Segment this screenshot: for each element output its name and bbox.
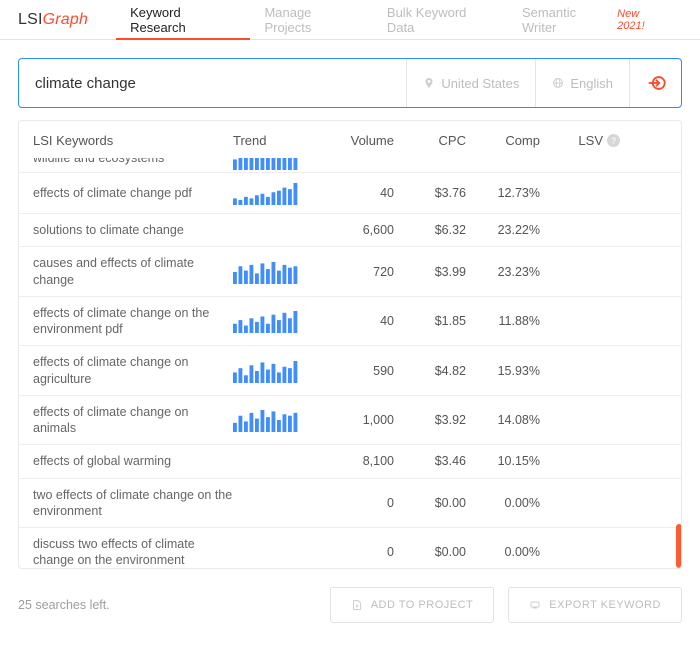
table-row[interactable]: effects of climate change on animals 1,00… [19, 395, 681, 445]
trend-cell [233, 181, 309, 205]
volume-cell: 40 [309, 186, 394, 200]
cpc-cell: $1.85 [394, 314, 466, 328]
comp-cell: 10.15% [466, 454, 540, 468]
col-keywords[interactable]: LSI Keywords [33, 133, 233, 148]
cpc-cell: $4.82 [394, 364, 466, 378]
table-row[interactable]: effects of climate change on the environ… [19, 296, 681, 346]
comp-cell: 14.08% [466, 413, 540, 427]
table-body: wildlife and ecosystems effects of climat… [19, 158, 681, 568]
keyword-cell: wildlife and ecosystems [33, 158, 233, 166]
col-trend[interactable]: Trend [233, 133, 309, 148]
volume-cell: 0 [309, 496, 394, 510]
main-tabs: Keyword Research Manage Projects Bulk Ke… [116, 0, 682, 39]
keyword-cell: effects of climate change pdf [33, 185, 233, 201]
table-row[interactable]: wildlife and ecosystems [19, 158, 681, 172]
volume-cell: 720 [309, 265, 394, 279]
keyword-cell: effects of climate change on animals [33, 404, 233, 437]
comp-cell: 23.22% [466, 223, 540, 237]
keyword-cell: two effects of climate change on the env… [33, 487, 233, 520]
enter-arrow-icon [645, 72, 667, 94]
cpc-cell: $3.92 [394, 413, 466, 427]
keyword-cell: discuss two effects of climate change on… [33, 536, 233, 568]
country-selector[interactable]: United States [406, 59, 535, 107]
table-row[interactable]: effects of climate change pdf 40$3.7612.7… [19, 172, 681, 213]
comp-cell: 0.00% [466, 545, 540, 559]
tab-keyword-research[interactable]: Keyword Research [116, 0, 250, 39]
app-header: LSIGraph Keyword Research Manage Project… [0, 0, 700, 40]
col-comp[interactable]: Comp [466, 133, 540, 148]
cpc-cell: $0.00 [394, 545, 466, 559]
table-row[interactable]: two effects of climate change on the env… [19, 478, 681, 528]
keyword-cell: effects of global warming [33, 453, 233, 469]
search-input[interactable] [19, 75, 406, 92]
location-pin-icon [423, 77, 435, 89]
volume-cell: 40 [309, 314, 394, 328]
volume-cell: 0 [309, 545, 394, 559]
language-selector[interactable]: English [535, 59, 629, 107]
col-volume[interactable]: Volume [309, 133, 394, 148]
trend-cell [233, 260, 309, 284]
cpc-cell: $3.46 [394, 454, 466, 468]
export-keyword-button[interactable]: EXPORT KEYWORD [508, 587, 682, 623]
scrollbar-thumb[interactable] [676, 524, 682, 568]
logo: LSIGraph [18, 11, 88, 29]
tab-bulk-keyword-data[interactable]: Bulk Keyword Data [373, 0, 508, 39]
table-header: LSI Keywords Trend Volume CPC Comp LSV ? [19, 121, 681, 158]
table-row[interactable]: solutions to climate change 6,600$6.3223.… [19, 213, 681, 246]
cpc-cell: $3.99 [394, 265, 466, 279]
search-bar: United States English [18, 58, 682, 108]
keyword-cell: causes and effects of climate change [33, 255, 233, 288]
table-row[interactable]: effects of climate change on agriculture… [19, 345, 681, 395]
comp-cell: 12.73% [466, 186, 540, 200]
table-row[interactable]: discuss two effects of climate change on… [19, 527, 681, 568]
searches-left: 25 searches left. [18, 598, 110, 612]
footer: 25 searches left. ADD TO PROJECT EXPORT … [0, 569, 700, 623]
cpc-cell: $6.32 [394, 223, 466, 237]
table-row[interactable]: causes and effects of climate change 720$… [19, 246, 681, 296]
keyword-cell: effects of climate change on the environ… [33, 305, 233, 338]
volume-cell: 6,600 [309, 223, 394, 237]
help-icon[interactable]: ? [607, 134, 620, 147]
table-row[interactable]: effects of global warming 8,100$3.4610.15… [19, 444, 681, 477]
trend-cell [233, 359, 309, 383]
col-lsv[interactable]: LSV ? [540, 133, 620, 148]
add-to-project-button[interactable]: ADD TO PROJECT [330, 587, 495, 623]
search-submit-button[interactable] [629, 59, 681, 107]
cpc-cell: $0.00 [394, 496, 466, 510]
trend-cell [233, 408, 309, 432]
export-icon [529, 599, 541, 611]
col-cpc[interactable]: CPC [394, 133, 466, 148]
volume-cell: 8,100 [309, 454, 394, 468]
comp-cell: 23.23% [466, 265, 540, 279]
globe-icon [552, 77, 564, 89]
volume-cell: 1,000 [309, 413, 394, 427]
new-badge: New 2021! [617, 8, 668, 32]
comp-cell: 15.93% [466, 364, 540, 378]
footer-actions: ADD TO PROJECT EXPORT KEYWORD [330, 587, 682, 623]
trend-cell [233, 309, 309, 333]
volume-cell: 590 [309, 364, 394, 378]
comp-cell: 11.88% [466, 314, 540, 328]
keyword-cell: effects of climate change on agriculture [33, 354, 233, 387]
trend-cell [233, 158, 309, 170]
comp-cell: 0.00% [466, 496, 540, 510]
tab-manage-projects[interactable]: Manage Projects [250, 0, 372, 39]
search-panel: United States English [0, 40, 700, 108]
keyword-cell: solutions to climate change [33, 222, 233, 238]
file-plus-icon [351, 599, 363, 611]
cpc-cell: $3.76 [394, 186, 466, 200]
tab-semantic-writer[interactable]: Semantic WriterNew 2021! [508, 0, 682, 39]
results-card: LSI Keywords Trend Volume CPC Comp LSV ?… [18, 120, 682, 569]
